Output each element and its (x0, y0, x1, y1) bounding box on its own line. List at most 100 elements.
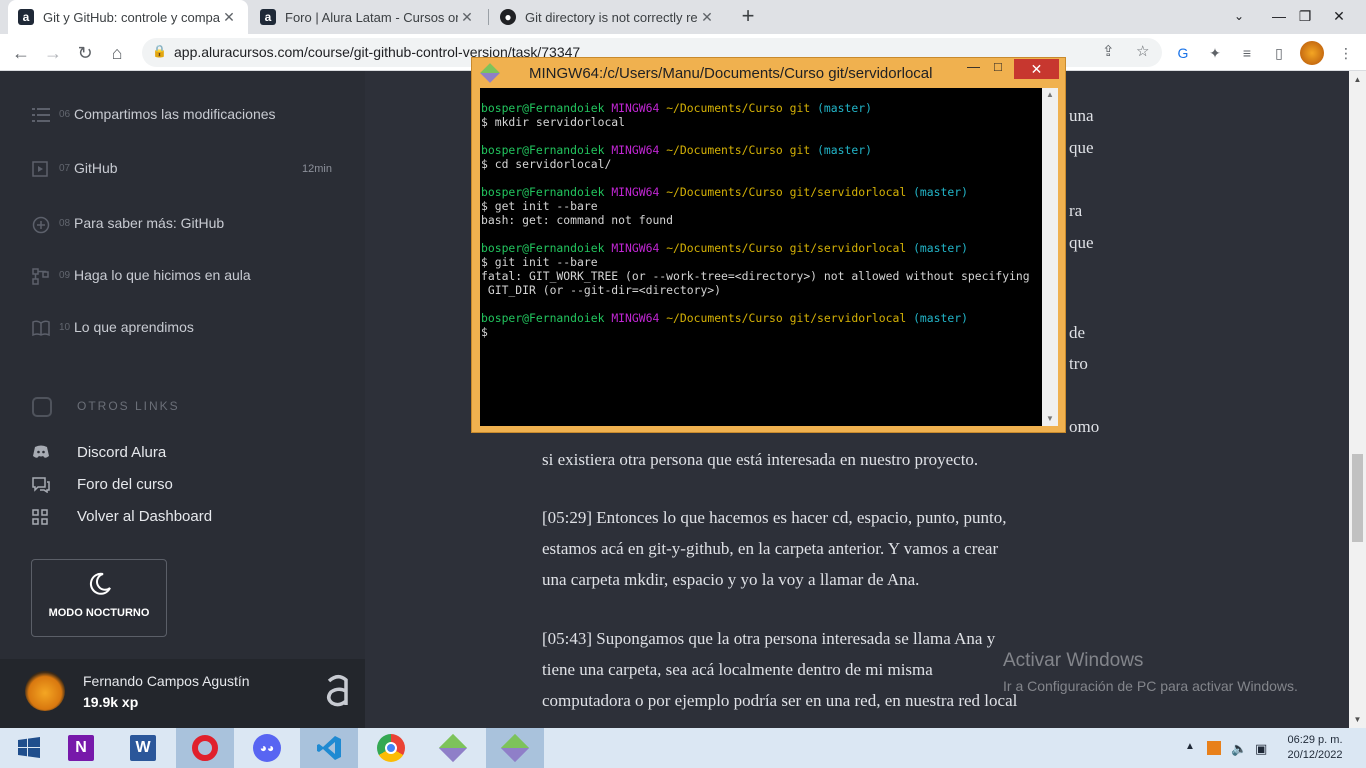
user-profile-bar[interactable]: Fernando Campos Agustín 19.9k xp (0, 659, 365, 728)
discord-icon: ◕◕ (253, 734, 281, 762)
taskbar-chrome[interactable] (362, 728, 420, 768)
avatar[interactable] (25, 671, 65, 711)
taskbar-word[interactable]: W (114, 728, 172, 768)
git-bash-window[interactable]: MINGW64:/c/Users/Manu/Documents/Curso gi… (471, 57, 1066, 433)
alura-icon: a (260, 9, 276, 25)
terminal-scrollbar[interactable]: ▲ ▼ (1042, 88, 1058, 426)
tab-separator (488, 9, 489, 25)
link-discord[interactable]: Discord Alura (32, 442, 332, 466)
transcript-paragraph: si existiera otra persona que está inter… (542, 444, 1122, 475)
home-button[interactable]: ⌂ (104, 40, 130, 66)
link-foro[interactable]: Foro del curso (32, 474, 332, 498)
tab-git-directory[interactable]: ● Git directory is not correctly reso ✕ (490, 0, 726, 34)
taskbar-onenote[interactable]: N (52, 728, 110, 768)
taskbar-discord[interactable]: ◕◕ (238, 728, 296, 768)
close-icon[interactable]: ✕ (458, 9, 476, 26)
profile-avatar[interactable] (1300, 41, 1324, 65)
lesson-number: 08 (59, 218, 71, 229)
lesson-item[interactable]: 08 Para saber más: GitHub (0, 205, 365, 245)
terminal-maximize-button[interactable]: □ (994, 59, 1002, 79)
system-clock[interactable]: 06:29 p. m. 20/12/2022 (1270, 733, 1360, 763)
terminal-line: fatal: GIT_WORK_TREE (or --work-tree=<di… (481, 269, 1042, 283)
scrollbar-thumb[interactable] (1352, 454, 1363, 542)
discord-icon (32, 445, 50, 461)
terminal-line: $ mkdir servidorlocal (481, 115, 1042, 129)
page-scrollbar[interactable]: ▲ ▼ (1349, 71, 1366, 728)
bookmark-star-icon[interactable]: ☆ (1136, 42, 1149, 60)
link-label[interactable]: Foro del curso (77, 476, 173, 493)
lesson-title[interactable]: Compartimos las modificaciones (74, 106, 276, 122)
share-icon[interactable]: ⇪ (1102, 42, 1115, 60)
volume-icon[interactable]: 🔈 (1231, 741, 1247, 757)
terminal-text: (master) (913, 241, 968, 255)
tab-label: Git directory is not correctly reso (525, 9, 698, 25)
terminal-title: MINGW64:/c/Users/Manu/Documents/Curso gi… (529, 65, 933, 82)
lesson-title[interactable]: Lo que aprendimos (74, 319, 194, 335)
git-bash-icon (500, 733, 530, 763)
network-icon[interactable]: ▣ (1255, 741, 1267, 757)
windows-taskbar: N W ◕◕ ▲ 🔈 ▣ 06:29 p. m. 20/12/2022 (0, 728, 1366, 768)
terminal-text: bosper@Fernandoiek (481, 185, 612, 199)
terminal-text: bosper@Fernandoiek (481, 101, 612, 115)
link-label[interactable]: Volver al Dashboard (77, 508, 212, 525)
forward-button[interactable]: → (40, 40, 66, 66)
close-window-button[interactable]: ✕ (1316, 0, 1362, 34)
lesson-number: 07 (59, 163, 71, 174)
link-label[interactable]: Discord Alura (77, 444, 166, 461)
lesson-number: 06 (59, 109, 71, 120)
side-panel-icon[interactable]: ▯ (1269, 43, 1289, 63)
new-tab-button[interactable]: + (737, 5, 759, 28)
terminal-text: (master) (913, 311, 968, 325)
scroll-down-icon[interactable]: ▼ (1349, 715, 1366, 724)
taskbar-opera[interactable] (176, 728, 234, 768)
terminal-text: (master) (817, 143, 872, 157)
terminal-line: bosper@Fernandoiek MINGW64 ~/Documents/C… (481, 185, 1042, 199)
show-hidden-icons[interactable]: ▲ (1185, 741, 1195, 752)
back-button[interactable]: ← (8, 40, 34, 66)
browser-tab-bar: a Git y GitHub: controle y compart ✕ a F… (0, 0, 1366, 34)
alura-logo-icon[interactable] (325, 671, 351, 709)
lesson-item[interactable]: 07 GitHub 12min (0, 150, 365, 190)
tab-git-github[interactable]: a Git y GitHub: controle y compart ✕ (8, 0, 248, 34)
taskbar-git-gui[interactable] (424, 728, 482, 768)
terminal-text: bosper@Fernandoiek (481, 311, 612, 325)
text-fragment: que (1069, 138, 1094, 157)
taskbar-vscode[interactable] (300, 728, 358, 768)
tray-app-icon[interactable] (1207, 741, 1221, 755)
watermark-title: Activar Windows (1003, 650, 1144, 671)
lesson-item[interactable]: 09 Haga lo que hicimos en aula (0, 257, 365, 297)
lesson-item[interactable]: 06 Compartimos las modificaciones (0, 96, 365, 136)
lock-icon: 🔒 (152, 44, 167, 58)
reload-button[interactable]: ↻ (72, 40, 98, 66)
terminal-text: $ get init --bare (481, 199, 598, 213)
lesson-title[interactable]: Para saber más: GitHub (74, 215, 224, 231)
lesson-item[interactable]: 10 Lo que aprendimos (0, 309, 365, 349)
night-mode-button[interactable]: MODO NOCTURNO (31, 559, 167, 637)
tab-label: Foro | Alura Latam - Cursos onlin (285, 9, 458, 25)
terminal-line: $ (481, 325, 1042, 339)
forum-icon (32, 477, 50, 494)
terminal-minimize-button[interactable]: — (967, 59, 980, 79)
media-icon[interactable]: ≡ (1237, 43, 1257, 63)
lesson-title[interactable]: Haga lo que hicimos en aula (74, 267, 251, 283)
terminal-close-button[interactable]: ✕ (1014, 59, 1059, 79)
close-icon[interactable]: ✕ (220, 9, 238, 26)
terminal-text: GIT_DIR (or --git-dir=<directory>) (481, 283, 722, 297)
transcript-line: estamos acá en git-y-github, en la carpe… (542, 539, 999, 558)
word-icon: W (130, 735, 156, 761)
start-button[interactable] (0, 728, 58, 768)
course-sidebar: 06 Compartimos las modificaciones 07 Git… (0, 71, 365, 728)
tab-foro-alura[interactable]: a Foro | Alura Latam - Cursos onlin ✕ (250, 0, 486, 34)
lesson-title[interactable]: GitHub (74, 160, 118, 176)
terminal-output[interactable]: bosper@Fernandoiek MINGW64 ~/Documents/C… (480, 88, 1042, 426)
scroll-down-icon[interactable]: ▼ (1046, 414, 1054, 423)
translate-icon[interactable]: G (1173, 43, 1193, 63)
close-icon[interactable]: ✕ (698, 9, 716, 26)
extensions-icon[interactable]: ✦ (1205, 43, 1225, 63)
taskbar-git-bash[interactable] (486, 728, 544, 768)
scroll-up-icon[interactable]: ▲ (1349, 75, 1366, 84)
link-dashboard[interactable]: Volver al Dashboard (32, 506, 332, 530)
scroll-up-icon[interactable]: ▲ (1046, 90, 1054, 99)
menu-icon[interactable]: ⋮ (1336, 43, 1356, 63)
